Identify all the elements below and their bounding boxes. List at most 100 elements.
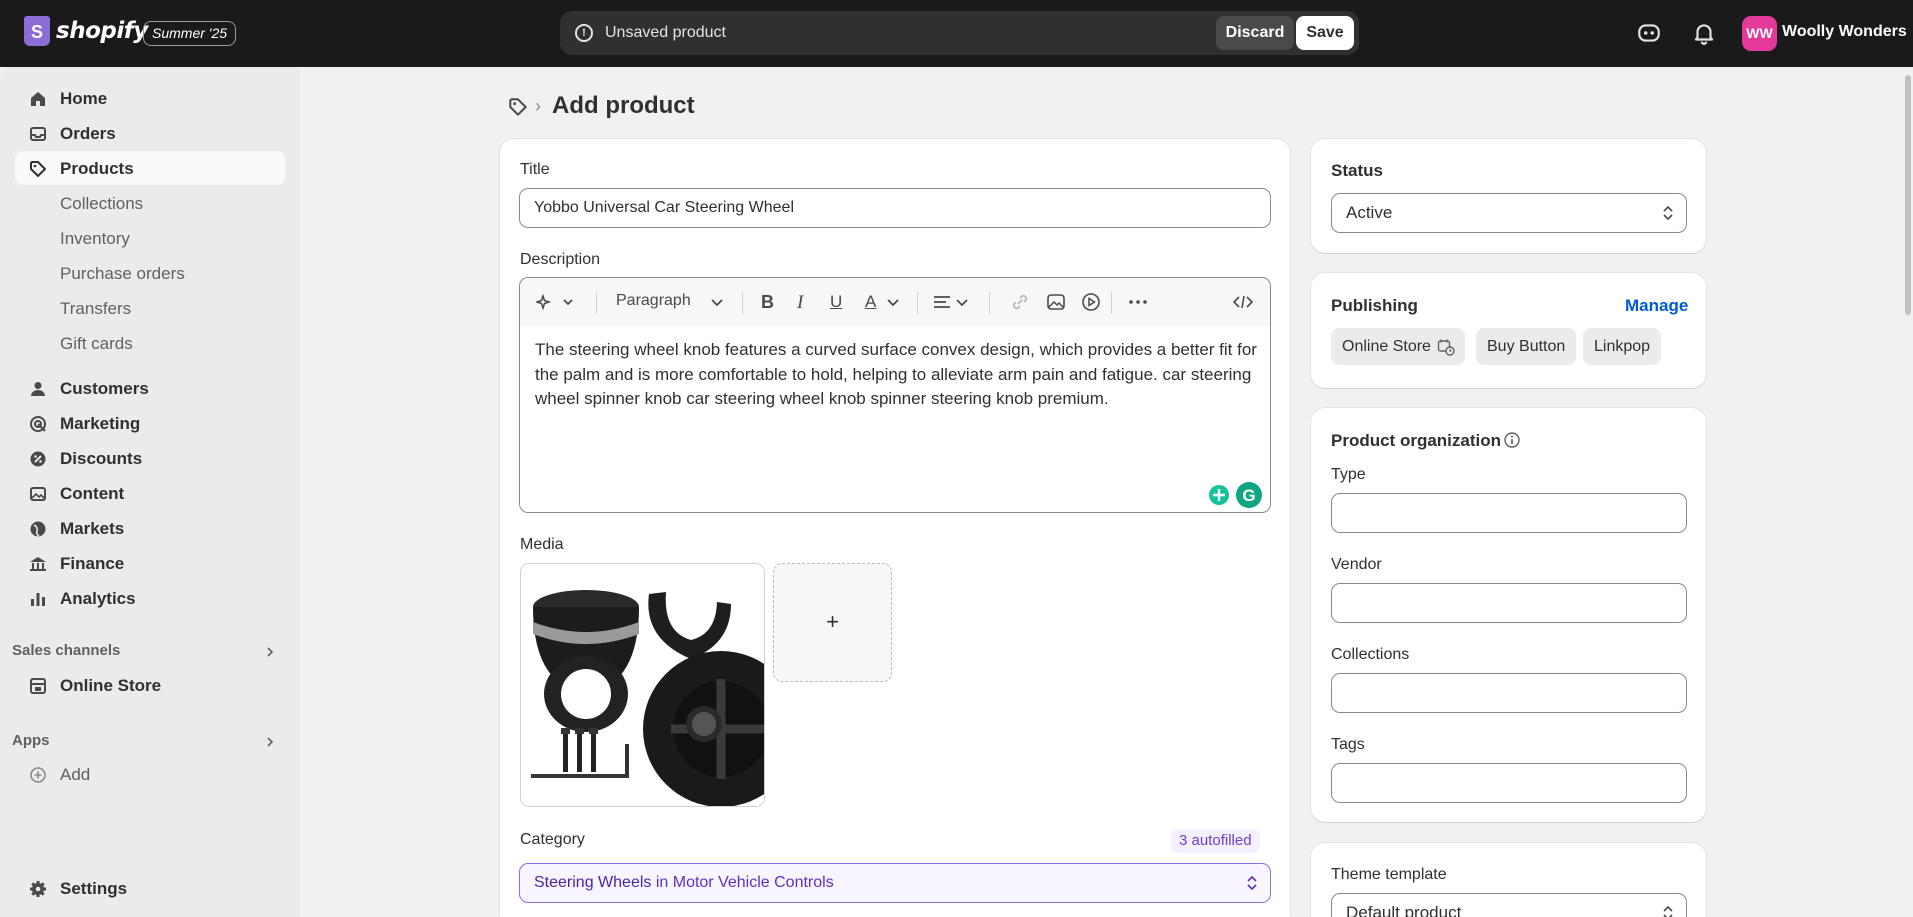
sidebar-item-gift-cards[interactable]: Gift cards bbox=[15, 326, 285, 360]
shopify-logo[interactable]: S shopify bbox=[24, 16, 148, 46]
select-arrows-icon bbox=[1663, 905, 1673, 917]
chevron-right-icon[interactable] bbox=[263, 645, 277, 659]
sidebar-item-label: Markets bbox=[60, 519, 125, 538]
sidebar-item-label: Online Store bbox=[60, 676, 162, 695]
channel-chip-buy-button[interactable]: Buy Button bbox=[1476, 328, 1577, 365]
edition-badge[interactable]: Summer '25 bbox=[143, 21, 237, 46]
sidebar-item-transfers[interactable]: Transfers bbox=[15, 291, 285, 325]
chevron-down-icon[interactable] bbox=[710, 292, 724, 312]
select-arrows-icon bbox=[1663, 205, 1673, 221]
toolbar-divider bbox=[1111, 292, 1112, 314]
product-media-image[interactable] bbox=[520, 563, 765, 807]
category-select[interactable]: Steering Wheels in Motor Vehicle Control… bbox=[519, 863, 1271, 903]
category-primary: Steering Wheels bbox=[534, 874, 652, 891]
title-label: Title bbox=[520, 161, 550, 178]
svg-text:G: G bbox=[1242, 486, 1255, 505]
link-icon[interactable] bbox=[1010, 292, 1030, 312]
discard-button[interactable]: Discard bbox=[1216, 16, 1294, 50]
bank-icon bbox=[30, 557, 46, 571]
sidebar-item-label: Home bbox=[60, 89, 108, 108]
align-icon[interactable] bbox=[933, 292, 973, 312]
save-button[interactable]: Save bbox=[1296, 16, 1354, 50]
apps-heading: Apps bbox=[12, 732, 50, 749]
image-icon bbox=[30, 487, 46, 501]
unsaved-changes-bar: ! Unsaved product Discard Save bbox=[560, 11, 1359, 55]
code-view-icon[interactable] bbox=[1232, 292, 1254, 312]
sidebar-item-settings[interactable]: Settings bbox=[15, 871, 285, 905]
insert-image-icon[interactable] bbox=[1046, 292, 1066, 312]
page-scrollbar[interactable] bbox=[1903, 67, 1913, 917]
discount-icon bbox=[30, 451, 46, 467]
sidebar-item-discounts[interactable]: Discounts bbox=[15, 441, 285, 475]
italic-icon[interactable]: I bbox=[797, 292, 803, 313]
media-label: Media bbox=[520, 536, 564, 553]
collections-input[interactable] bbox=[1331, 673, 1687, 713]
plus-circle-icon bbox=[30, 767, 46, 783]
more-horizontal-icon[interactable] bbox=[1127, 292, 1149, 312]
sidebar-item-label: Content bbox=[60, 484, 125, 503]
store-name[interactable]: Woolly Wonders bbox=[1782, 23, 1907, 41]
sidebar-item-label: Inventory bbox=[60, 229, 130, 248]
info-icon[interactable] bbox=[1503, 431, 1521, 449]
sidebar-item-label: Purchase orders bbox=[60, 264, 185, 283]
sidebar-item-content[interactable]: Content bbox=[15, 476, 285, 510]
calendar-clock-icon bbox=[1437, 339, 1455, 356]
sidebar-item-collections[interactable]: Collections bbox=[15, 186, 285, 220]
channel-chip-online-store[interactable]: Online Store bbox=[1331, 328, 1465, 365]
manage-publishing-link[interactable]: Manage bbox=[1625, 296, 1688, 316]
page-title: Add product bbox=[552, 92, 695, 119]
channel-chip-linkpop[interactable]: Linkpop bbox=[1583, 328, 1662, 365]
sidebar-item-products[interactable]: Products bbox=[15, 151, 285, 185]
sidebar-item-label: Add bbox=[60, 765, 91, 784]
category-label: Category bbox=[520, 831, 585, 848]
theme-template-value: Default product bbox=[1346, 903, 1462, 917]
sidekick-icon[interactable] bbox=[1636, 20, 1662, 46]
sidebar-item-label: Products bbox=[60, 159, 134, 178]
theme-template-select[interactable]: Default product bbox=[1331, 893, 1687, 917]
status-select[interactable]: Active bbox=[1331, 193, 1687, 233]
sidebar-item-label: Discounts bbox=[60, 449, 143, 468]
sidebar-item-marketing[interactable]: Marketing bbox=[15, 406, 285, 440]
channel-label: Online Store bbox=[1342, 338, 1431, 355]
type-input[interactable] bbox=[1331, 493, 1687, 533]
chevron-right-icon[interactable] bbox=[263, 735, 277, 749]
gear-icon bbox=[30, 881, 46, 897]
collections-label: Collections bbox=[1331, 646, 1410, 663]
sidebar-item-label: Analytics bbox=[60, 589, 136, 608]
text-color-icon[interactable]: A bbox=[865, 292, 876, 312]
bar-chart-icon bbox=[31, 593, 45, 606]
tags-input[interactable] bbox=[1331, 763, 1687, 803]
bell-icon[interactable] bbox=[1691, 20, 1717, 46]
tag-icon[interactable] bbox=[507, 96, 529, 118]
title-input[interactable]: Yobbo Universal Car Steering Wheel bbox=[519, 188, 1271, 228]
sidebar-item-analytics[interactable]: Analytics bbox=[15, 581, 285, 615]
chevron-down-icon[interactable] bbox=[886, 292, 900, 312]
sidebar-item-label: Collections bbox=[60, 194, 144, 213]
avatar[interactable]: WW bbox=[1742, 16, 1777, 51]
vendor-input[interactable] bbox=[1331, 583, 1687, 623]
add-media-button[interactable]: + bbox=[773, 563, 892, 682]
sidebar-item-purchase-orders[interactable]: Purchase orders bbox=[15, 256, 285, 290]
sidebar-item-label: Customers bbox=[60, 379, 149, 398]
description-text[interactable]: The steering wheel knob features a curve… bbox=[535, 338, 1260, 412]
sidebar-item-orders[interactable]: Orders bbox=[15, 116, 285, 150]
sidebar-item-label: Orders bbox=[60, 124, 116, 143]
sidebar-item-label: Settings bbox=[60, 879, 128, 898]
sidebar-item-finance[interactable]: Finance bbox=[15, 546, 285, 580]
sidebar-item-label: Finance bbox=[60, 554, 125, 573]
bold-icon[interactable]: B bbox=[761, 292, 774, 312]
sidebar-item-add-app[interactable]: Add bbox=[15, 757, 285, 791]
sidebar-item-inventory[interactable]: Inventory bbox=[15, 221, 285, 255]
underline-icon[interactable]: U bbox=[830, 292, 842, 312]
sidebar-item-markets[interactable]: Markets bbox=[15, 511, 285, 545]
sidebar-item-customers[interactable]: Customers bbox=[15, 371, 285, 405]
ai-sparkle-icon[interactable] bbox=[536, 292, 578, 312]
sidebar-item-online-store[interactable]: Online Store bbox=[15, 668, 285, 702]
scrollbar-thumb[interactable] bbox=[1905, 75, 1911, 315]
insert-video-icon[interactable] bbox=[1081, 292, 1101, 312]
sidebar-item-label: Marketing bbox=[60, 414, 141, 433]
toolbar-divider bbox=[917, 292, 918, 314]
paragraph-select[interactable]: Paragraph bbox=[616, 292, 691, 312]
grammarly-icon[interactable]: G bbox=[1202, 479, 1266, 511]
sidebar-item-home[interactable]: Home bbox=[15, 81, 285, 115]
